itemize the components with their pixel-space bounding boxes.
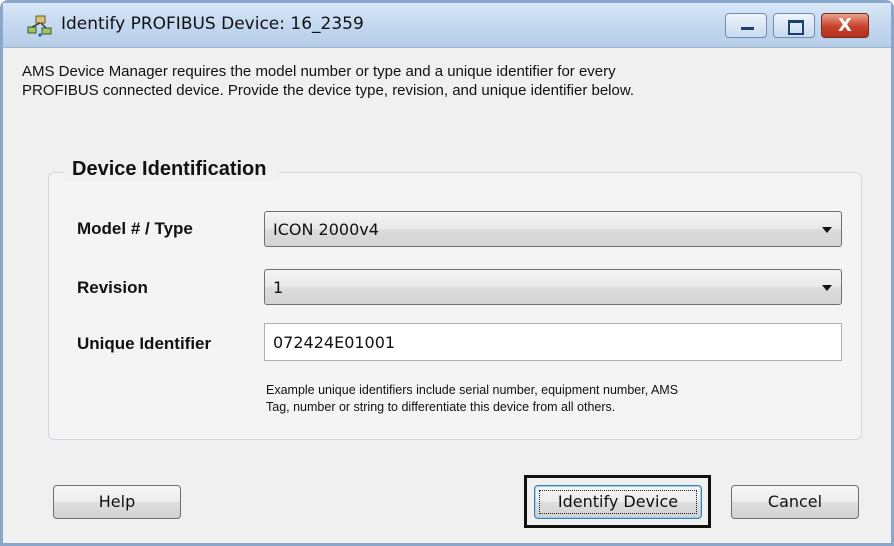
unique-identifier-field[interactable] — [264, 323, 842, 361]
cancel-button[interactable]: Cancel — [731, 485, 859, 519]
model-type-value: ICON 2000v4 — [273, 220, 379, 239]
unique-identifier-hint: Example unique identifiers include seria… — [266, 382, 846, 416]
maximize-button[interactable] — [773, 13, 815, 38]
close-button[interactable]: X — [821, 13, 869, 38]
network-device-icon — [27, 15, 52, 37]
model-type-label: Model # / Type — [77, 219, 193, 238]
close-icon: X — [838, 15, 852, 36]
help-button[interactable]: Help — [53, 485, 181, 519]
intro-line-1: AMS Device Manager requires the model nu… — [22, 63, 616, 80]
minimize-icon — [741, 27, 754, 30]
hint-line-2: Tag, number or string to differentiate t… — [266, 400, 616, 414]
window-title: Identify PROFIBUS Device: 16_2359 — [61, 14, 364, 34]
identify-device-button[interactable]: Identify Device — [534, 485, 702, 519]
model-type-dropdown[interactable]: ICON 2000v4 — [264, 211, 842, 247]
minimize-button[interactable] — [725, 13, 767, 38]
hint-line-1: Example unique identifiers include seria… — [266, 383, 679, 397]
revision-label: Revision — [77, 278, 148, 297]
revision-value: 1 — [273, 278, 284, 297]
title-bar[interactable]: Identify PROFIBUS Device: 16_2359 X — [3, 3, 891, 48]
revision-dropdown[interactable]: 1 — [264, 269, 842, 305]
group-title: Device Identification — [64, 158, 279, 181]
maximize-icon — [788, 20, 804, 35]
unique-identifier-input[interactable] — [265, 324, 841, 360]
intro-text: AMS Device Manager requires the model nu… — [22, 62, 862, 100]
chevron-down-icon[interactable] — [822, 285, 832, 291]
chevron-down-icon[interactable] — [822, 227, 832, 233]
intro-line-2: PROFIBUS connected device. Provide the d… — [22, 82, 635, 99]
identify-device-label: Identify Device — [557, 492, 679, 511]
unique-identifier-label: Unique Identifier — [77, 334, 212, 353]
